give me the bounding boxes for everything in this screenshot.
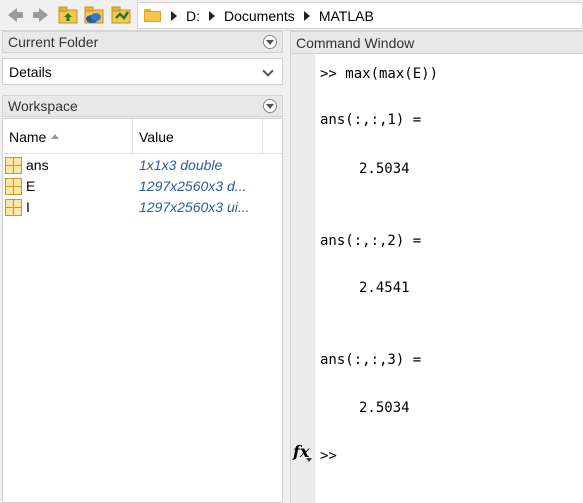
up-folder-icon (58, 6, 78, 24)
variable-value: 1x1x3 double (139, 157, 223, 173)
command-window-title: Command Window (296, 34, 415, 51)
current-folder-title: Current Folder (8, 34, 99, 50)
breadcrumb-documents[interactable]: Documents (209, 8, 304, 24)
variable-icon (5, 157, 22, 174)
up-folder-button[interactable] (57, 5, 79, 25)
function-browser-caret-icon (306, 458, 312, 462)
variable-name: ans (26, 157, 49, 173)
output-value: 2.4541 (359, 280, 410, 296)
command-window-body[interactable]: >> max(max(E)) ans(:,:,1) = 2.5034 ans(:… (315, 54, 583, 503)
table-header: Name Value (3, 119, 282, 154)
output-label: ans(:,:,3) = (320, 352, 422, 368)
column-label: Value (139, 128, 174, 145)
column-header-value[interactable]: Value (133, 119, 263, 154)
left-panels: Current Folder Details Workspace Name Va… (0, 31, 285, 503)
command-gutter (290, 54, 315, 503)
column-header-extra (264, 119, 282, 154)
output-label: ans(:,:,2) = (320, 233, 422, 249)
panel-menu-icon[interactable] (263, 35, 277, 49)
workspace-table: Name Value ans 1x1x3 double E 1297x2560x… (2, 118, 283, 503)
breadcrumb-d[interactable]: D: (171, 8, 209, 24)
details-dropdown[interactable]: Details (2, 58, 283, 85)
chevron-down-icon (262, 65, 274, 77)
breadcrumb-label: Documents (224, 7, 295, 24)
chevron-right-icon (171, 10, 177, 21)
workspace-header[interactable]: Workspace (2, 95, 283, 117)
variable-name: E (26, 178, 36, 194)
browse-folder-button[interactable] (110, 5, 132, 25)
table-row[interactable]: E 1297x2560x3 d... (3, 176, 282, 197)
command-window-header[interactable]: Command Window (290, 31, 583, 54)
address-toolbar: D: Documents MATLAB (0, 0, 583, 31)
breadcrumb-matlab[interactable]: MATLAB (303, 7, 383, 24)
cloud-folder-button[interactable] (83, 5, 105, 25)
matlab-window: D: Documents MATLAB Current Folder Detai… (0, 0, 583, 503)
browse-folder-icon (111, 6, 131, 24)
forward-arrow-icon (32, 8, 48, 22)
workspace-title: Workspace (8, 98, 78, 114)
column-label: Name (9, 128, 47, 145)
current-folder-header[interactable]: Current Folder (2, 31, 283, 53)
details-label: Details (9, 63, 52, 80)
output-label: ans(:,:,1) = (320, 112, 422, 128)
back-arrow-icon (7, 8, 23, 22)
command-prompt[interactable]: >> (320, 448, 337, 464)
column-header-name[interactable]: Name (3, 119, 133, 154)
variable-name: I (26, 199, 30, 215)
breadcrumb-label: MATLAB (318, 7, 374, 24)
variable-icon (5, 178, 22, 195)
chevron-right-icon (209, 10, 215, 21)
back-button[interactable] (4, 5, 26, 25)
variable-value: 1297x2560x3 ui... (139, 199, 250, 215)
output-value: 2.5034 (359, 400, 410, 416)
output-value: 2.5034 (359, 161, 410, 177)
breadcrumb-label: D: (186, 7, 200, 24)
address-bar[interactable]: D: Documents MATLAB (137, 2, 583, 29)
command-history-line: >> max(max(E)) (320, 66, 439, 82)
panel-menu-icon[interactable] (263, 99, 277, 113)
variable-icon (5, 199, 22, 216)
cloud-folder-icon (84, 6, 104, 24)
sort-ascending-icon (51, 134, 60, 139)
variable-value: 1297x2560x3 d... (139, 178, 247, 194)
forward-button[interactable] (29, 5, 51, 25)
folder-icon (144, 9, 161, 22)
chevron-right-icon (303, 10, 310, 21)
table-row[interactable]: I 1297x2560x3 ui... (3, 197, 282, 218)
table-row[interactable]: ans 1x1x3 double (3, 155, 282, 176)
